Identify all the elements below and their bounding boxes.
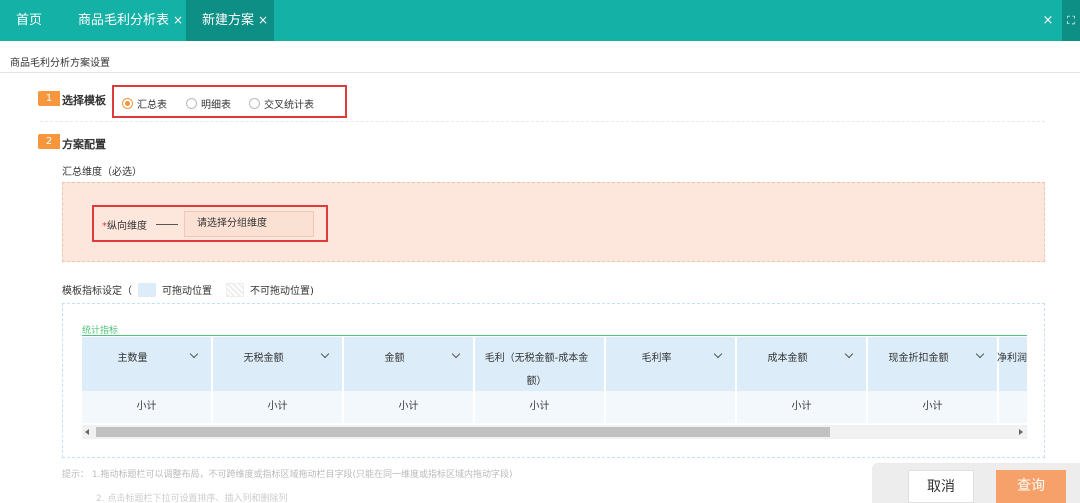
vertical-dimension-text: 纵向维度 bbox=[107, 221, 147, 232]
tab-bar: 首页 商品毛利分析表 × 新建方案 × × ⛶ bbox=[0, 0, 1080, 41]
column-header-label: 金额 bbox=[384, 353, 405, 364]
chevron-down-icon[interactable] bbox=[713, 349, 723, 359]
chevron-down-icon[interactable] bbox=[320, 349, 330, 359]
column-header-label: 主数量 bbox=[117, 353, 148, 364]
scrollbar-thumb[interactable] bbox=[96, 427, 830, 437]
not-draggable-label: 不可拖动位置) bbox=[250, 286, 314, 297]
table-cell: 小计 bbox=[475, 391, 605, 423]
draggable-label: 可拖动位置 bbox=[162, 286, 212, 297]
tab-label: 新建方案 bbox=[202, 13, 255, 28]
close-icon[interactable]: × bbox=[173, 13, 183, 27]
radio-summary[interactable]: 汇总表 bbox=[122, 96, 167, 111]
stat-indicators-line bbox=[82, 335, 1027, 336]
table-cell: 小计 bbox=[344, 391, 474, 423]
chevron-down-icon[interactable] bbox=[451, 349, 461, 359]
indicator-grid: 主数量 无税金额 金额 毛利（无税金额-成本金额） 毛利率 成本金额 现金折扣金… bbox=[82, 337, 1027, 423]
step-2-label: 方案配置 bbox=[62, 138, 106, 151]
radio-dot bbox=[249, 98, 260, 109]
step-2-badge: 2 bbox=[38, 134, 60, 149]
radio-label: 交叉统计表 bbox=[264, 100, 314, 111]
tab-home[interactable]: 首页 bbox=[16, 0, 42, 41]
tab-home-label: 首页 bbox=[16, 13, 43, 28]
column-header[interactable]: 毛利率 bbox=[606, 337, 736, 391]
scroll-left-icon[interactable] bbox=[85, 429, 89, 435]
close-all-icon[interactable]: × bbox=[1036, 0, 1060, 41]
fullscreen-icon[interactable]: ⛶ bbox=[1062, 0, 1080, 41]
table-cell: 小计 bbox=[82, 391, 212, 423]
table-cell bbox=[606, 391, 736, 423]
tab-new-plan[interactable]: 新建方案 × bbox=[186, 0, 274, 41]
vertical-dimension-box: *纵向维度 请选择分组维度 bbox=[92, 205, 328, 242]
chevron-down-icon[interactable] bbox=[844, 349, 854, 359]
indicator-prefix: 模板指标设定（ bbox=[62, 286, 132, 297]
cancel-button[interactable]: 取消 bbox=[908, 470, 974, 503]
connector-line bbox=[156, 224, 178, 225]
radio-label: 汇总表 bbox=[137, 100, 167, 111]
step-1-label: 选择模板 bbox=[62, 94, 106, 107]
radio-dot-selected bbox=[122, 98, 133, 109]
column-header-label: 净利润 bbox=[997, 353, 1027, 364]
column-header-label: 无税金额 bbox=[243, 353, 284, 364]
page-title: 商品毛利分析方案设置 bbox=[10, 58, 110, 69]
radio-label: 明细表 bbox=[201, 100, 231, 111]
column-header[interactable]: 毛利（无税金额-成本金额） bbox=[475, 337, 605, 391]
table-cell bbox=[999, 391, 1027, 423]
table-cell: 小计 bbox=[868, 391, 998, 423]
horizontal-scrollbar[interactable] bbox=[82, 425, 1027, 439]
tip-line-1: 提示： 1.拖动标题栏可以调整布局，不可跨维度或指标区域拖动栏目字段(只能在同一… bbox=[62, 470, 513, 480]
tip-line-2: 2. 点击标题栏下拉可设置排序、插入列和删除列 bbox=[96, 494, 288, 503]
chevron-down-icon[interactable] bbox=[975, 349, 985, 359]
chevron-down-icon[interactable] bbox=[189, 349, 199, 359]
table-cell: 小计 bbox=[213, 391, 343, 423]
not-draggable-swatch bbox=[226, 282, 244, 297]
draggable-swatch bbox=[138, 282, 156, 297]
scroll-right-icon[interactable] bbox=[1019, 429, 1023, 435]
divider bbox=[0, 72, 1080, 73]
column-header-label: 现金折扣金额 bbox=[888, 353, 949, 364]
column-header-label: 毛利率 bbox=[641, 353, 672, 364]
column-header[interactable]: 金额 bbox=[344, 337, 474, 391]
column-header[interactable]: 无税金额 bbox=[213, 337, 343, 391]
close-icon[interactable]: × bbox=[258, 13, 268, 27]
tab-label: 商品毛利分析表 bbox=[78, 13, 170, 28]
summary-dimension-label: 汇总维度（必选） bbox=[62, 167, 142, 178]
vertical-dimension-label: *纵向维度 bbox=[102, 217, 147, 232]
radio-dot bbox=[186, 98, 197, 109]
column-header-label: 毛利（无税金额-成本金额） bbox=[484, 353, 589, 387]
radio-detail[interactable]: 明细表 bbox=[186, 96, 231, 111]
column-header[interactable]: 成本金额 bbox=[737, 337, 867, 391]
radio-cross-stat[interactable]: 交叉统计表 bbox=[249, 96, 314, 111]
column-header-label: 成本金额 bbox=[767, 353, 808, 364]
indicator-legend: 模板指标设定（ 可拖动位置 不可拖动位置) bbox=[62, 282, 314, 297]
tab-gross-profit-report[interactable]: 商品毛利分析表 × bbox=[78, 0, 183, 41]
step-1-badge: 1 bbox=[38, 91, 60, 106]
column-header[interactable]: 主数量 bbox=[82, 337, 212, 391]
table-cell: 小计 bbox=[737, 391, 867, 423]
column-header[interactable]: 现金折扣金额 bbox=[868, 337, 998, 391]
dimension-select[interactable]: 请选择分组维度 bbox=[184, 211, 314, 237]
query-button[interactable]: 查询 bbox=[996, 470, 1066, 503]
section-divider bbox=[40, 121, 1045, 122]
column-header[interactable]: 净利润 bbox=[997, 337, 1027, 391]
template-selector: 汇总表 明细表 交叉统计表 bbox=[112, 85, 347, 118]
